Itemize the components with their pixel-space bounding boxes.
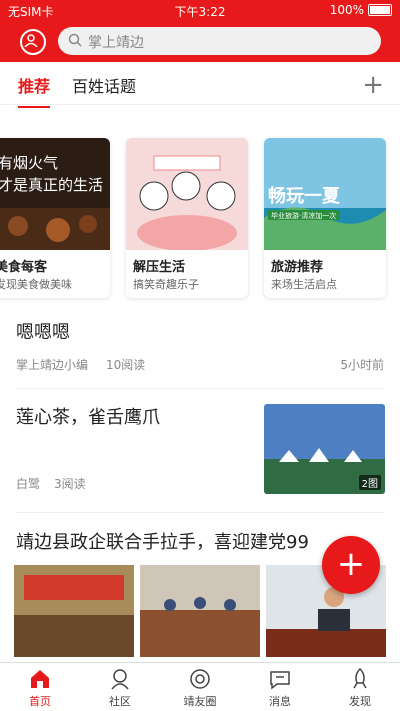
bottom-nav: 首页 社区 靖友圈 消息 发现 <box>0 662 400 711</box>
camera-icon <box>190 669 210 689</box>
divider <box>16 512 384 513</box>
battery-icon <box>368 4 392 16</box>
post-title: 靖边县政企联合手拉手，喜迎建党99 <box>16 532 309 553</box>
battery-percent: 100% <box>329 3 364 17</box>
post-title: 嗯嗯嗯 <box>16 322 70 343</box>
post-time: 5小时前 <box>340 358 384 372</box>
nav-community[interactable]: 社区 <box>90 667 150 709</box>
search-input[interactable]: 掌上靖边 <box>58 27 381 55</box>
topic-image-text: 畅玩一夏 <box>268 185 341 207</box>
post-title: 莲心茶，雀舌鹰爪 <box>16 407 160 428</box>
topic-image-text: 有烟火气 <box>0 154 58 172</box>
nav-messages[interactable]: 消息 <box>250 667 310 709</box>
nav-home[interactable]: 首页 <box>10 667 70 709</box>
rocket-icon <box>353 667 367 689</box>
message-icon <box>270 671 290 690</box>
post-gallery-image[interactable] <box>140 565 260 657</box>
status-bar: 无SIM卡 下午3:22 100% <box>0 0 400 20</box>
topic-image <box>126 138 248 250</box>
topic-title: 解压生活 <box>133 260 186 275</box>
topic-card[interactable]: 有烟火气 才是真正的生活 美食每客 发现美食做美味 <box>0 138 110 298</box>
topic-title: 美食每客 <box>0 260 48 275</box>
topic-subtitle: 发现美食做美味 <box>0 278 72 291</box>
post-item[interactable]: 嗯嗯嗯 掌上靖边小编 10阅读 5小时前 <box>0 310 400 390</box>
post-thumbnail[interactable]: 2图 <box>264 404 385 494</box>
topic-image: 有烟火气 才是真正的生活 <box>0 138 110 250</box>
user-avatar-icon[interactable] <box>20 29 46 55</box>
topic-image: 畅玩一夏 毕业旅游·清凉加一次 <box>264 138 386 250</box>
compose-button[interactable]: + <box>322 536 380 594</box>
tab-bar: 推荐 百姓话题 + <box>0 62 400 108</box>
battery-group: 100% <box>330 3 392 17</box>
post-author: 白鹭 <box>16 477 41 491</box>
post-reads: 10阅读 <box>106 358 146 372</box>
search-icon <box>68 33 82 47</box>
topic-title: 旅游推荐 <box>271 260 324 275</box>
svg-text:才是真正的生活: 才是真正的生活 <box>0 176 103 194</box>
community-icon <box>111 669 129 690</box>
post-gallery-image[interactable] <box>14 565 134 657</box>
post-author: 掌上靖边小编 <box>16 358 89 372</box>
add-channel-icon[interactable]: + <box>362 70 384 100</box>
topic-carousel[interactable]: 有烟火气 才是真正的生活 美食每客 发现美食做美味 解压生活 搞笑奇趣乐子 畅玩… <box>0 138 400 298</box>
image-count-badge: 2图 <box>358 475 381 490</box>
post-reads: 3阅读 <box>54 477 86 491</box>
home-icon <box>31 670 49 688</box>
search-placeholder: 掌上靖边 <box>88 35 144 51</box>
divider <box>16 388 384 389</box>
topic-subtitle: 搞笑奇趣乐子 <box>133 278 199 291</box>
nav-discover[interactable]: 发现 <box>330 667 390 709</box>
topic-subtitle: 来场生活启点 <box>271 278 337 291</box>
topic-card[interactable]: 解压生活 搞笑奇趣乐子 <box>126 138 248 298</box>
nav-friends[interactable]: 靖友圈 <box>170 667 230 709</box>
topic-card[interactable]: 畅玩一夏 毕业旅游·清凉加一次 旅游推荐 来场生活启点 <box>264 138 386 298</box>
tab-recommend[interactable]: 推荐 <box>18 73 51 108</box>
tab-topics[interactable]: 百姓话题 <box>72 73 136 97</box>
svg-text:毕业旅游·清凉加一次: 毕业旅游·清凉加一次 <box>271 211 336 220</box>
header-bar: 掌上靖边 <box>0 20 400 62</box>
